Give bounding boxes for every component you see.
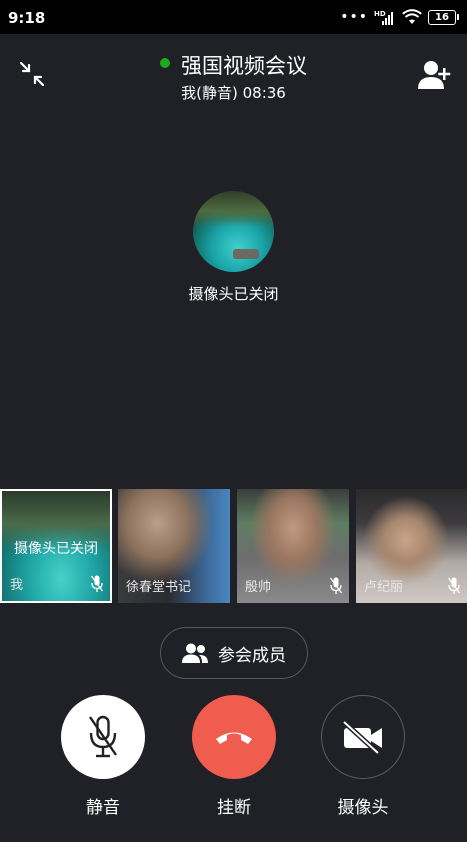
status-time: 9:18	[8, 9, 46, 27]
mic-off-icon	[448, 577, 460, 594]
meeting-title: 强国视频会议	[181, 54, 308, 78]
participant-name: 我	[10, 578, 24, 593]
main-camera-off-label: 摄像头已关闭	[188, 285, 279, 303]
connected-status-dot	[159, 58, 170, 68]
cellular-signal-icon: HD	[374, 10, 393, 25]
meeting-subtitle: 我(静音) 08:36	[181, 84, 286, 102]
battery-icon: 16	[428, 9, 459, 25]
mic-off-icon	[91, 575, 103, 592]
mic-off-icon	[89, 715, 117, 758]
participant-strip: 摄像头已关闭 我 徐春堂书记 殷帅 卢纪丽	[0, 489, 467, 603]
participant-tile-4[interactable]: 卢纪丽	[356, 489, 467, 603]
hangup-label: 挂断	[217, 798, 251, 818]
members-button[interactable]: 参会成员	[160, 627, 308, 679]
tile-camera-off-label: 摄像头已关闭	[14, 541, 98, 557]
status-bar: 9:18 ••• HD 16	[0, 0, 467, 34]
people-icon	[182, 643, 208, 663]
participant-name: 卢纪丽	[364, 580, 404, 595]
camera-off-icon	[342, 720, 382, 754]
participant-name: 徐春堂书记	[126, 580, 192, 595]
members-button-label: 参会成员	[218, 645, 286, 666]
camera-toggle-button[interactable]	[321, 695, 405, 779]
battery-level: 16	[428, 9, 456, 25]
hangup-button[interactable]	[192, 695, 276, 779]
wifi-icon	[402, 9, 422, 24]
participant-tile-me[interactable]: 摄像头已关闭 我	[0, 489, 112, 603]
mute-label: 静音	[86, 798, 120, 818]
more-dots-icon: •••	[340, 9, 368, 25]
participant-name: 殷帅	[245, 580, 272, 595]
main-speaker-avatar	[193, 191, 274, 272]
camera-label: 摄像头	[337, 798, 389, 818]
phone-hangup-icon	[216, 732, 252, 744]
meeting-title-wrap: 强国视频会议	[0, 50, 467, 80]
call-header: 强国视频会议 我(静音) 08:36	[0, 34, 467, 114]
svg-text:HD: HD	[374, 10, 386, 18]
mute-button[interactable]	[61, 695, 145, 779]
status-icons: ••• HD 16	[340, 8, 459, 26]
participant-tile-2[interactable]: 徐春堂书记	[118, 489, 230, 603]
mic-off-icon	[330, 577, 342, 594]
add-person-icon[interactable]	[417, 58, 451, 90]
participant-tile-3[interactable]: 殷帅	[237, 489, 349, 603]
